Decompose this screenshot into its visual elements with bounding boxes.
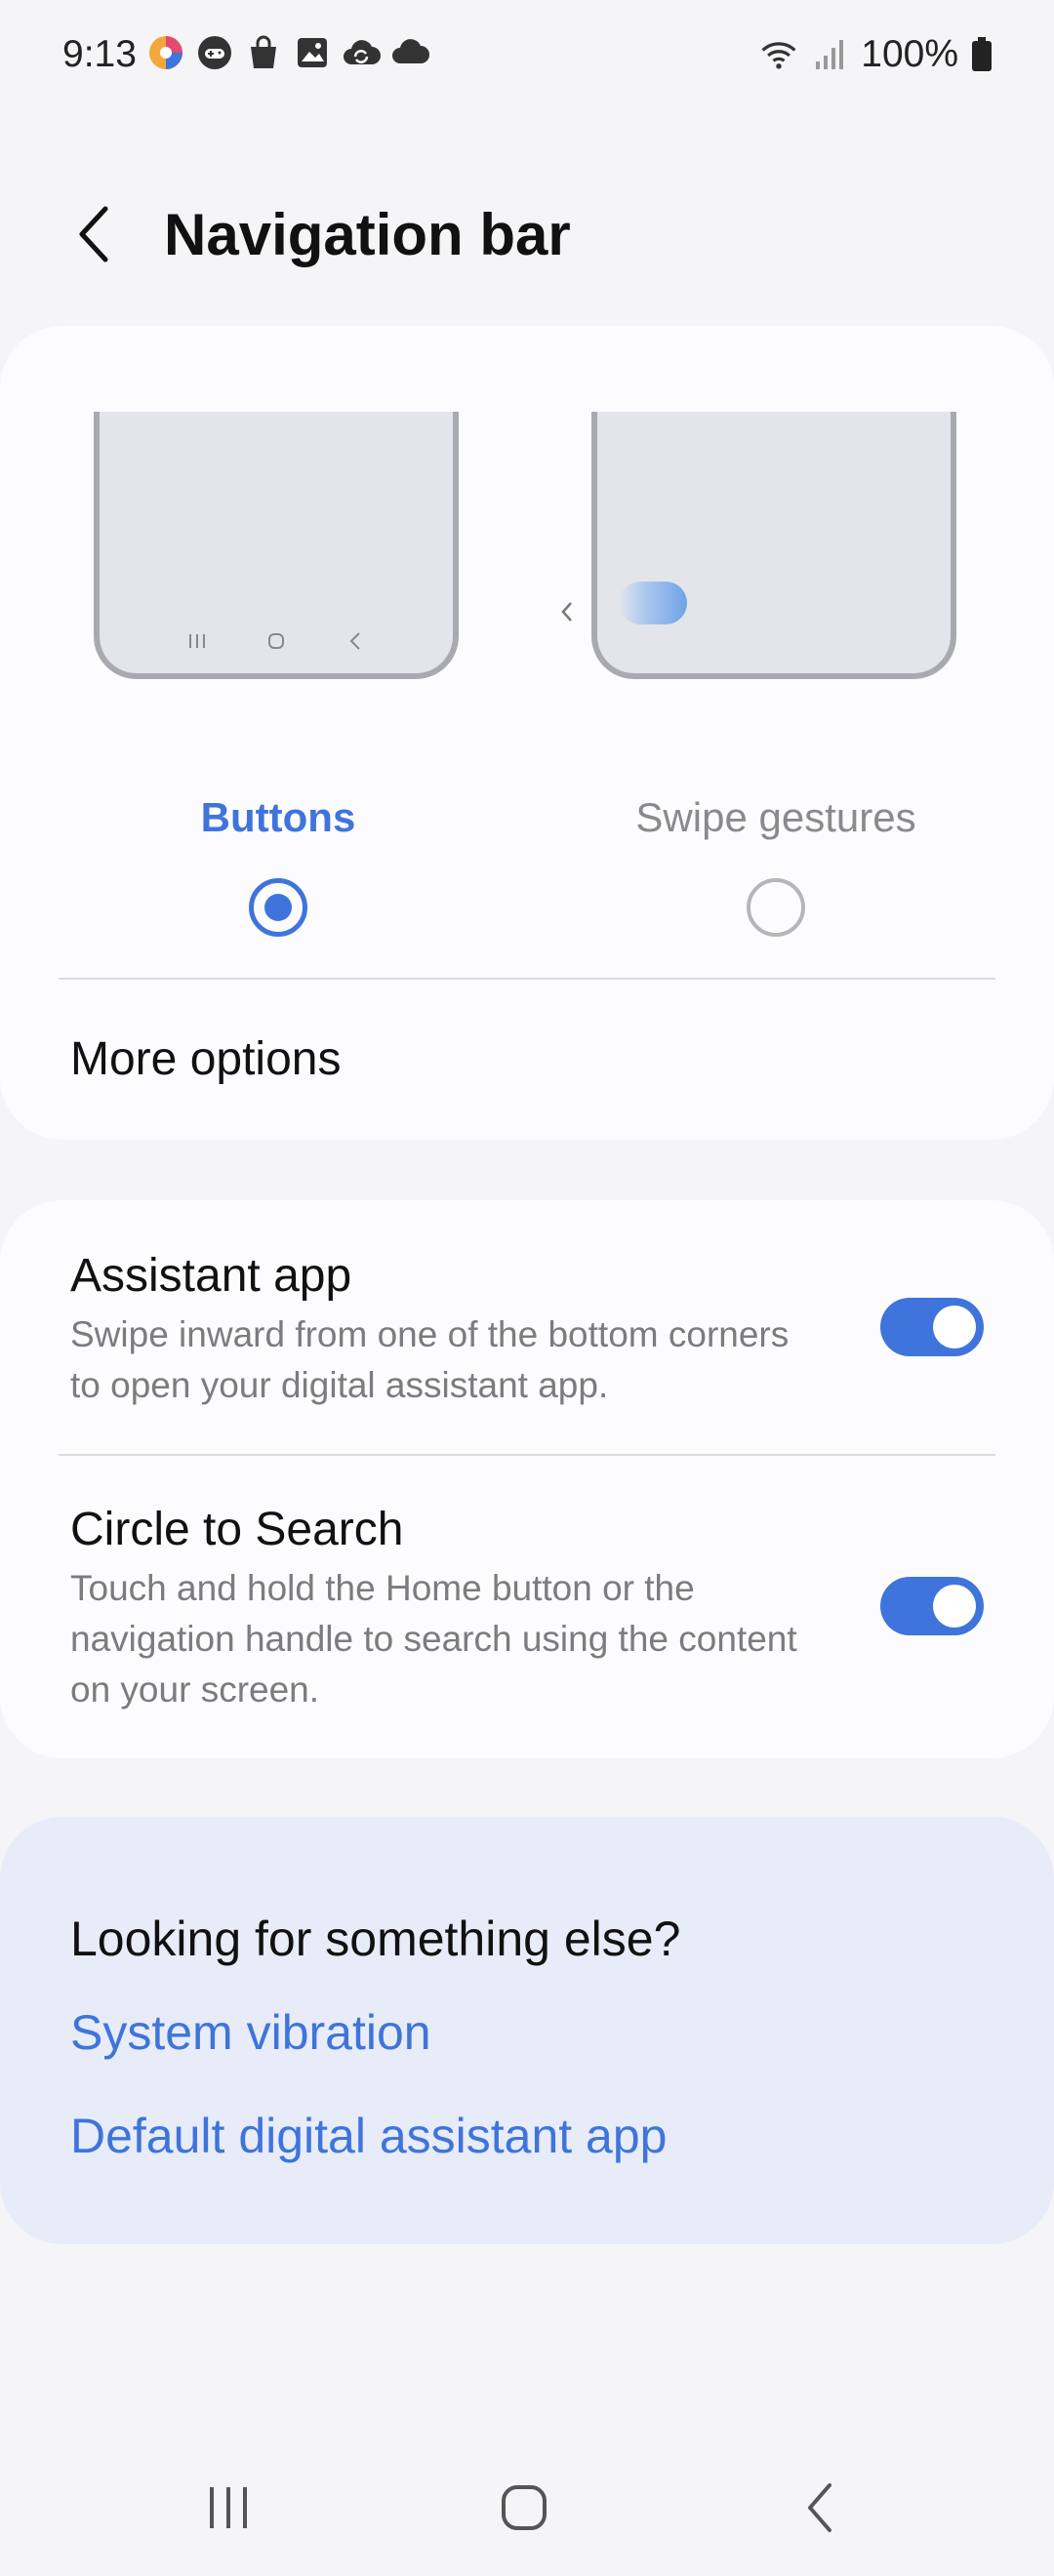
home-button[interactable] <box>485 2469 563 2547</box>
cloud-icon <box>390 33 429 72</box>
recents-button[interactable] <box>189 2469 267 2547</box>
phone-preview-gestures <box>591 412 956 679</box>
app-header: Navigation bar <box>0 176 1054 293</box>
page-title: Navigation bar <box>164 202 571 267</box>
status-right: 100% <box>759 33 993 76</box>
back-button[interactable] <box>55 195 133 273</box>
phone-preview-buttons <box>94 412 459 679</box>
back-nav-button[interactable] <box>781 2469 859 2547</box>
option-buttons-label: Buttons <box>200 794 356 840</box>
looking-for-card: Looking for something else? System vibra… <box>0 1817 1054 2244</box>
circle-to-search-description: Touch and hold the Home button or the na… <box>70 1568 797 1710</box>
home-icon <box>502 2485 547 2530</box>
system-navigation-bar <box>0 2449 1054 2566</box>
divider <box>59 1454 995 1456</box>
wifi-icon <box>759 35 798 74</box>
chevron-left-icon <box>552 597 582 626</box>
signal-icon <box>810 35 849 74</box>
assistant-app-description: Swipe inward from one of the bottom corn… <box>70 1314 790 1405</box>
back-arrow-icon <box>79 206 108 262</box>
shopping-bag-icon <box>244 33 283 72</box>
app-icon <box>146 33 185 72</box>
recents-icon <box>182 626 212 656</box>
circle-to-search-toggle[interactable] <box>880 1577 984 1635</box>
status-bar: 9:13 100% <box>0 0 1054 109</box>
gesture-settings-card: Assistant app Swipe inward from one of t… <box>0 1200 1054 1758</box>
divider <box>59 978 995 980</box>
system-vibration-link[interactable]: System vibration <box>70 2004 431 2061</box>
gesture-handle <box>619 582 687 624</box>
gestures-preview[interactable] <box>561 412 956 679</box>
notification-icons <box>146 33 429 72</box>
game-controller-icon <box>195 33 234 72</box>
navigation-type-card: Buttons Swipe gestures More options <box>0 326 1054 1140</box>
home-icon <box>262 626 291 656</box>
navigation-bar-settings-page: 9:13 100% Navigation bar Buttons Swipe g… <box>0 0 1054 2576</box>
battery-percent: 100% <box>861 33 958 75</box>
recents-icon <box>210 2487 247 2528</box>
status-time: 9:13 <box>62 33 137 75</box>
gallery-icon <box>293 33 332 72</box>
buttons-radio[interactable] <box>249 878 307 937</box>
back-arrow-icon <box>808 2483 831 2532</box>
back-icon <box>341 626 370 656</box>
battery-icon <box>970 35 993 74</box>
buttons-preview[interactable] <box>94 412 459 679</box>
assistant-app-title: Assistant app <box>70 1250 352 1302</box>
circle-to-search-title: Circle to Search <box>70 1504 404 1555</box>
swipe-gestures-radio[interactable] <box>747 878 805 937</box>
mini-navbar <box>100 626 453 656</box>
sync-cloud-icon <box>342 33 381 72</box>
option-swipe-gestures-label: Swipe gestures <box>635 794 916 840</box>
more-options-item[interactable]: More options <box>70 1032 341 1086</box>
default-digital-assistant-link[interactable]: Default digital assistant app <box>70 2108 667 2164</box>
looking-for-title: Looking for something else? <box>70 1912 681 1966</box>
assistant-app-toggle[interactable] <box>880 1298 984 1356</box>
